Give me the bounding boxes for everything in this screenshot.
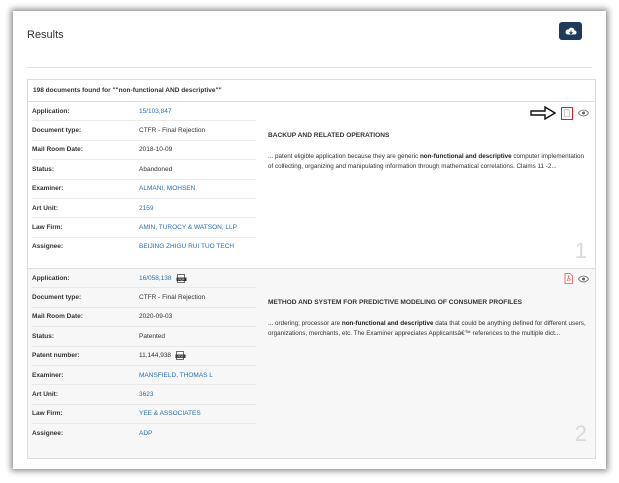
meta-row-document-type: Document type: CTFR - Final Rejection [32,121,256,141]
meta-row-examiner: Examiner: ALMANI, MOHSEN [32,180,256,199]
examiner-link[interactable]: MANSFIELD, THOMAS L [139,372,213,379]
field-label: Mail Room Date: [32,146,83,154]
document-title[interactable]: BACKUP AND RELATED OPERATIONS [268,132,389,139]
svg-text:PDF: PDF [178,355,184,359]
assignee-link[interactable]: BEIJING ZHIGU RUI TUO TECH [139,243,234,250]
meta-row-mail-room-date: Mail Room Date: 2018-10-09 [32,141,256,161]
art-unit-link[interactable]: 3623 [139,391,153,398]
document-snippet: ... ordering; processor are non-function… [268,319,589,339]
pdf-icon[interactable]: PDF [175,351,186,361]
download-button[interactable] [559,22,582,40]
assignee-link[interactable]: ADP [139,430,152,437]
patent-number-text: 11,144,938 [139,352,172,360]
result-index: 2 [574,421,587,446]
eye-icon[interactable] [578,275,589,283]
snippet-text: ... patent eligible application because … [268,153,420,160]
eye-icon[interactable] [578,109,589,117]
snippet-highlight: non-functional and descriptive [419,153,512,160]
snippet-text: ... ordering; processor are [268,320,342,327]
results-count: 198 documents found for ""non-functional… [28,80,595,102]
field-label: Application: [32,107,70,115]
meta-row-art-unit: Art Unit: 2159 [32,199,256,219]
meta-row-status: Status: Patented [32,327,256,347]
page-title: Results [27,29,64,41]
field-label: Assignee: [32,243,64,251]
result-item: Application: 16/058,138 PDF Document typ… [28,269,595,458]
meta-row-application: Application: 15/103,847 [32,102,256,122]
examiner-link[interactable]: ALMANI, MOHSEN [139,185,195,192]
meta-row-assignee: Assignee: BEIJING ZHIGU RUI TUO TECH [32,238,256,256]
results-panel: 198 documents found for ""non-functional… [27,79,596,459]
status-value: Abandoned [139,165,173,173]
field-label: Status: [32,165,55,173]
field-label: Status: [32,332,55,340]
field-label: Law Firm: [32,410,63,418]
pdf-file-icon[interactable] [564,273,573,284]
result-summary: METHOD AND SYSTEM FOR PREDICTIVE MODELIN… [266,269,595,458]
meta-row-art-unit: Art Unit: 3623 [32,385,256,405]
field-label: Document type: [32,127,82,135]
result-metadata: Application: 15/103,847 Document type: C… [32,102,256,256]
svg-text:PDF: PDF [178,277,184,281]
law-firm-link[interactable]: AMIN, TUROCY & WATSON, LLP [139,224,237,231]
law-firm-link[interactable]: YEE & ASSOCIATES [139,410,201,417]
field-label: Patent number: [32,352,80,360]
field-label: Examiner: [32,185,64,193]
field-label: Examiner: [32,371,64,379]
meta-row-law-firm: Law Firm: YEE & ASSOCIATES [32,405,256,425]
field-label: Law Firm: [32,224,63,232]
meta-row-status: Status: Abandoned [32,160,256,180]
pdf-button[interactable] [561,106,573,120]
results-page: Results 198 documents found for ""non-fu… [13,11,606,469]
patent-number-value: 11,144,938 PDF [139,351,186,361]
pdf-icon[interactable]: PDF [176,273,187,283]
document-title[interactable]: METHOD AND SYSTEM FOR PREDICTIVE MODELIN… [268,299,522,306]
document-type-value: CTFR - Final Rejection [139,294,206,302]
field-label: Art Unit: [32,391,58,399]
status-value: Patented [139,332,166,340]
result-actions [564,273,589,284]
meta-row-law-firm: Law Firm: AMIN, TUROCY & WATSON, LLP [32,218,256,238]
cloud-download-icon [565,27,576,34]
snippet-highlight: non-functional and descriptive [341,320,434,327]
field-label: Document type: [32,294,82,302]
meta-row-mail-room-date: Mail Room Date: 2020-09-03 [32,308,256,328]
document-snippet: ... patent eligible application because … [268,152,589,172]
field-label: Art Unit: [32,204,58,212]
mail-room-date-value: 2018-10-09 [139,146,173,154]
meta-row-document-type: Document type: CTFR - Final Rejection [32,288,256,308]
meta-row-assignee: Assignee: ADP [32,424,256,442]
meta-row-application: Application: 16/058,138 PDF [32,269,256,289]
result-actions [530,106,589,120]
result-metadata: Application: 16/058,138 PDF Document typ… [32,269,256,443]
result-index: 1 [574,238,587,263]
meta-row-examiner: Examiner: MANSFIELD, THOMAS L [32,366,256,386]
application-value: 16/058,138 PDF [139,273,187,283]
document-icon [564,109,570,117]
mail-room-date-value: 2020-09-03 [139,313,173,321]
art-unit-link[interactable]: 2159 [139,205,153,212]
arrow-right-icon [530,106,556,120]
divider [27,67,592,68]
result-item: Application: 15/103,847 Document type: C… [28,102,595,269]
field-label: Assignee: [32,429,64,437]
field-label: Mail Room Date: [32,313,83,321]
application-link[interactable]: 16/058,138 [139,275,172,282]
field-label: Application: [32,274,70,282]
document-type-value: CTFR - Final Rejection [139,127,206,135]
meta-row-patent-number: Patent number: 11,144,938 PDF [32,347,256,366]
result-summary: BACKUP AND RELATED OPERATIONS ... patent… [266,102,595,268]
application-link[interactable]: 15/103,847 [139,108,172,115]
